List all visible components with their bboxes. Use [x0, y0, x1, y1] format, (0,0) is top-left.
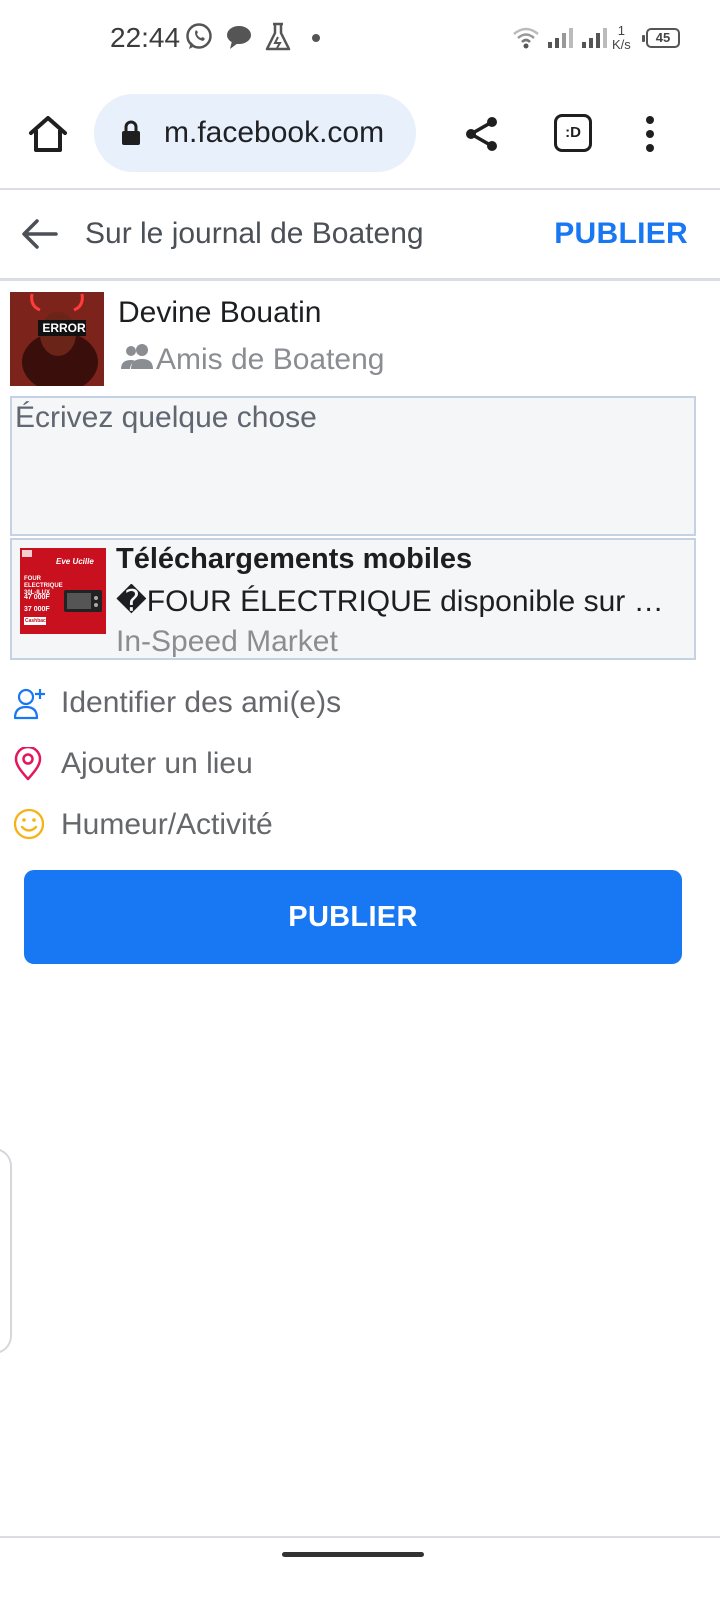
thumbnail-brand: Eve Ucille	[56, 557, 94, 566]
tag-friends-option[interactable]: Identifier des ami(e)s	[0, 674, 720, 734]
side-panel-handle[interactable]	[0, 1148, 12, 1354]
link-preview-description: �FOUR ÉLECTRIQUE disponible sur w…	[116, 585, 682, 618]
audience-selector[interactable]: Amis de Boateng	[120, 342, 384, 378]
mood-activity-label: Humeur/Activité	[61, 808, 273, 841]
wifi-icon	[512, 26, 540, 55]
avatar-badge: ERROR	[42, 321, 86, 335]
thumbnail-new-price: 37 000F	[24, 606, 50, 613]
signal-icon	[580, 26, 608, 55]
url-bar[interactable]: m.facebook.com	[94, 94, 416, 172]
home-icon[interactable]	[26, 112, 70, 156]
whatsapp-icon	[184, 22, 214, 57]
audience-label: Amis de Boateng	[156, 343, 385, 376]
tab-switcher-button[interactable]: :D	[554, 114, 592, 152]
status-bar: 22:44 1 K/s 45	[0, 0, 720, 80]
page-title: Sur le journal de Boateng	[85, 217, 424, 250]
link-preview-source: In-Speed Market	[116, 625, 338, 658]
link-preview-title: Téléchargements mobiles	[116, 543, 473, 575]
mood-activity-option[interactable]: Humeur/Activité	[0, 796, 720, 856]
back-arrow-icon[interactable]	[20, 214, 60, 259]
url-text: m.facebook.com	[164, 116, 385, 149]
lock-icon	[120, 120, 142, 151]
thumbnail-cashback: Cashback 3%	[25, 618, 58, 624]
composer-header: Sur le journal de Boateng PUBLIER	[0, 190, 720, 278]
add-location-label: Ajouter un lieu	[61, 747, 253, 780]
tag-friend-icon	[13, 686, 47, 725]
location-pin-icon	[13, 745, 43, 786]
header-publish-button[interactable]: PUBLIER	[554, 217, 688, 251]
avatar[interactable]: ERROR	[10, 292, 104, 386]
post-text-area[interactable]: Écrivez quelque chose	[10, 396, 696, 536]
notification-dot-icon	[312, 34, 320, 42]
tag-friends-label: Identifier des ami(e)s	[61, 686, 342, 719]
friends-icon	[120, 342, 154, 378]
thumbnail-old-price: 47 000F	[24, 594, 50, 601]
link-preview-thumbnail: Eve Ucille FOUR ELECTRIQUE 30L-ILUX 47 0…	[20, 548, 106, 634]
signal-icon	[546, 26, 574, 55]
add-location-option[interactable]: Ajouter un lieu	[0, 735, 720, 795]
battery-indicator: 45	[642, 28, 680, 48]
publish-button[interactable]: PUBLIER	[24, 870, 682, 964]
divider	[0, 1536, 720, 1538]
divider	[0, 278, 720, 281]
smiley-icon	[13, 808, 45, 845]
author-name: Devine Bouatin	[118, 296, 322, 329]
post-placeholder: Écrivez quelque chose	[15, 401, 317, 434]
gesture-navigation-bar[interactable]	[282, 1552, 424, 1557]
network-speed: 1 K/s	[612, 23, 631, 52]
chat-bubble-icon	[224, 22, 254, 57]
share-icon[interactable]	[462, 114, 502, 159]
more-vert-icon[interactable]	[640, 114, 660, 159]
browser-toolbar: m.facebook.com :D	[0, 80, 720, 188]
link-preview-card[interactable]: Eve Ucille FOUR ELECTRIQUE 30L-ILUX 47 0…	[10, 538, 696, 660]
status-time: 22:44	[110, 22, 181, 53]
flask-icon	[264, 22, 292, 57]
